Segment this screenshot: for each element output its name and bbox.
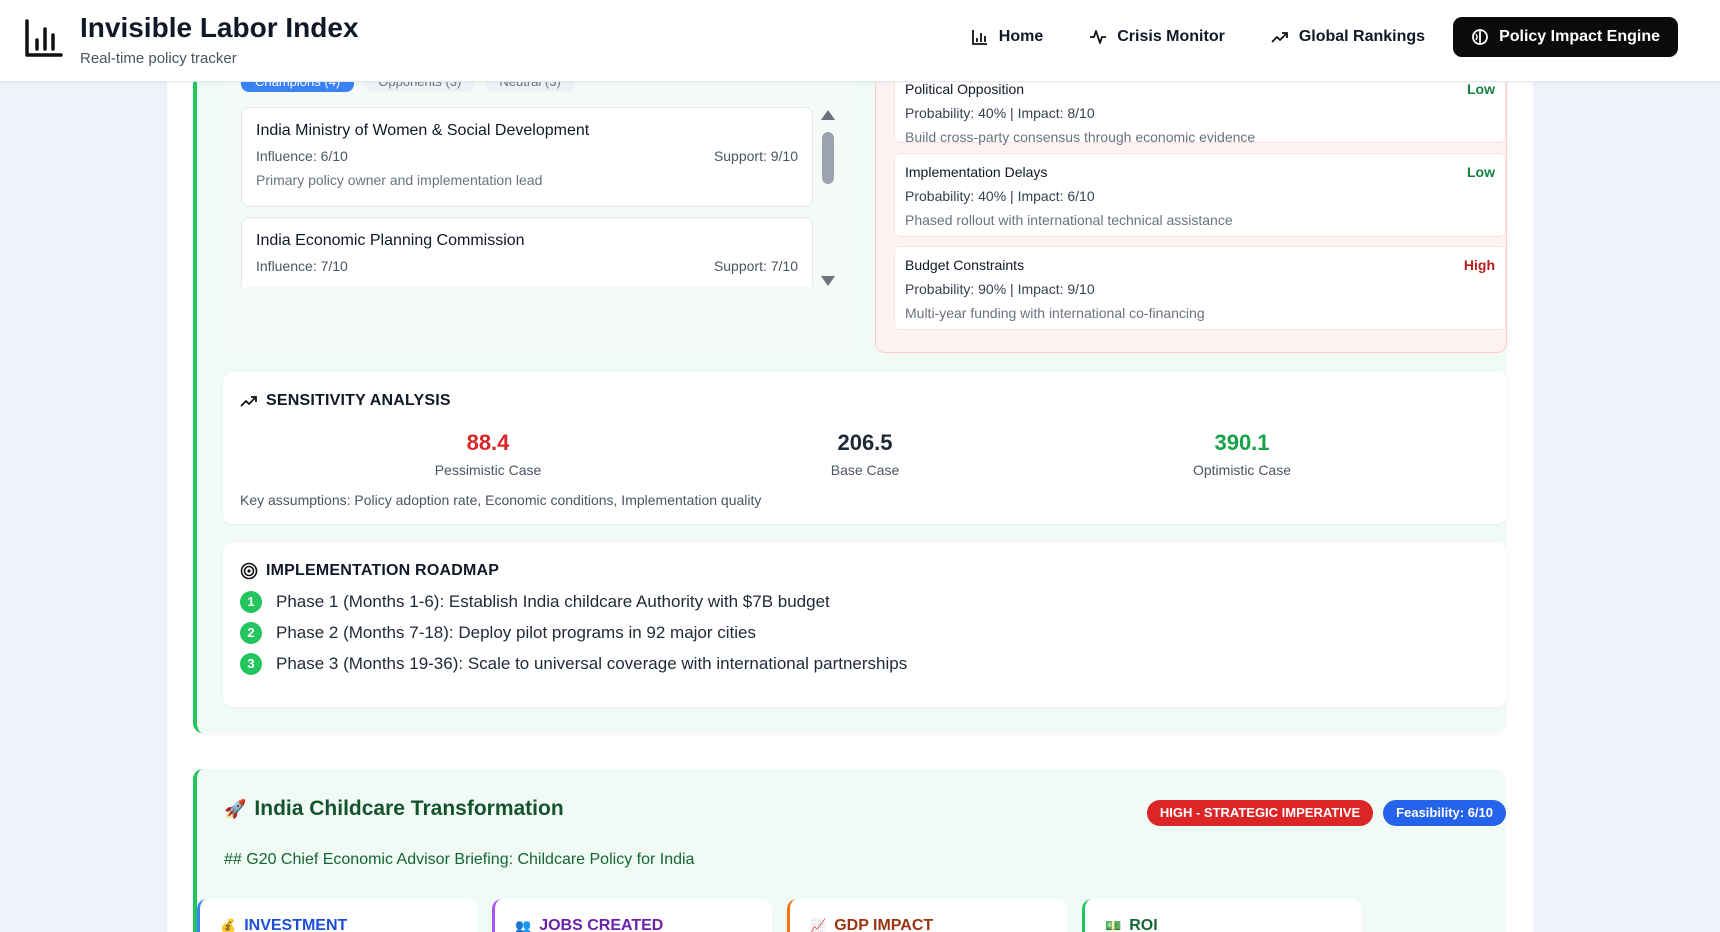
stakeholder-list[interactable]: India Ministry of Women & Social Develop…: [241, 107, 813, 287]
risk-metrics: Probability: 40% | Impact: 8/10: [905, 105, 1095, 121]
stakeholder-card: India Economic Planning Commission Influ…: [241, 217, 813, 287]
case-label: Optimistic Case: [1192, 462, 1292, 478]
risk-panel: Political Opposition Low Probability: 40…: [875, 70, 1507, 353]
phase-number-badge: 1: [240, 591, 262, 613]
nav-policy-impact-engine[interactable]: Policy Impact Engine: [1453, 17, 1678, 57]
case-label: Base Case: [830, 462, 900, 478]
stakeholder-support: Support: 7/10: [713, 258, 798, 274]
risk-level-badge: High: [1463, 257, 1495, 273]
rocket-icon: 🚀: [224, 798, 247, 819]
base-case: 206.5 Base Case: [740, 430, 990, 478]
pessimistic-case: 88.4 Pessimistic Case: [363, 430, 613, 478]
trending-up-icon: [1271, 32, 1288, 43]
stakeholder-name: India Ministry of Women & Social Develop…: [256, 122, 590, 139]
phase-number-badge: 3: [240, 653, 262, 675]
optimistic-case: 390.1 Optimistic Case: [1117, 430, 1367, 478]
nav-home-label: Home: [998, 28, 1044, 45]
brand[interactable]: Invisible Labor Index Real-time policy t…: [24, 12, 359, 67]
nav-home[interactable]: Home: [953, 17, 1061, 57]
metric-jobs-created: 👥 JOBS CREATED: [492, 899, 772, 932]
banknote-icon: 💵: [1105, 918, 1122, 932]
nav-rankings-label: Global Rankings: [1298, 28, 1426, 45]
stakeholder-description: Primary policy owner and implementation …: [256, 172, 543, 188]
app-subtitle: Real-time policy tracker: [80, 50, 237, 67]
risk-name: Budget Constraints: [905, 257, 1025, 273]
stakeholder-name: India Economic Planning Commission: [256, 232, 525, 249]
bar-chart-icon: [971, 30, 987, 45]
risk-name: Political Opposition: [905, 81, 1025, 97]
sensitivity-title: SENSITIVITY ANALYSIS: [240, 392, 451, 410]
roadmap-title: IMPLEMENTATION ROADMAP: [240, 562, 499, 580]
risk-name: Implementation Delays: [905, 164, 1048, 180]
risk-card: Implementation Delays Low Probability: 4…: [894, 153, 1506, 237]
stakeholder-scrollbar[interactable]: [819, 110, 837, 286]
transformation-title-text: India Childcare Transformation: [254, 797, 564, 820]
chart-up-icon: 📈: [810, 918, 827, 932]
risk-mitigation: Build cross-party consensus through econ…: [905, 129, 1256, 145]
phase-text: Phase 2 (Months 7-18): Deploy pilot prog…: [276, 623, 756, 642]
brain-icon: [1472, 29, 1488, 45]
nav-policy-label: Policy Impact Engine: [1499, 28, 1660, 45]
scroll-down-arrow-icon[interactable]: [821, 276, 835, 286]
sensitivity-analysis-card: SENSITIVITY ANALYSIS 88.4 Pessimistic Ca…: [223, 372, 1507, 524]
stakeholder-influence: Influence: 7/10: [256, 258, 348, 274]
stakeholder-card: India Ministry of Women & Social Develop…: [241, 107, 813, 207]
metric-label: GDP IMPACT: [834, 917, 934, 932]
app-title: Invisible Labor Index: [80, 12, 359, 43]
metric-label: INVESTMENT: [244, 917, 348, 932]
nav-crisis-monitor[interactable]: Crisis Monitor: [1071, 17, 1243, 57]
metric-gdp-impact: 📈 GDP IMPACT: [787, 899, 1067, 932]
top-navigation-bar: Invisible Labor Index Real-time policy t…: [0, 0, 1720, 82]
case-value: 390.1: [1214, 430, 1270, 455]
sensitivity-cases: 88.4 Pessimistic Case 206.5 Base Case 39…: [223, 430, 1507, 478]
briefing-subtitle: ## G20 Chief Economic Advisor Briefing: …: [224, 851, 695, 868]
transformation-badges: HIGH - STRATEGIC IMPERATIVE Feasibility:…: [1146, 800, 1506, 826]
phase-text: Phase 3 (Months 19-36): Scale to univers…: [276, 654, 908, 673]
money-bag-icon: 💰: [220, 918, 237, 932]
childcare-transformation-section: 🚀 India Childcare Transformation HIGH - …: [193, 769, 1506, 932]
feasibility-badge: Feasibility: 6/10: [1383, 800, 1506, 826]
key-assumptions: Key assumptions: Policy adoption rate, E…: [240, 492, 762, 508]
risk-mitigation: Phased rollout with international techni…: [905, 212, 1233, 228]
roadmap-phase: 3 Phase 3 (Months 19-36): Scale to unive…: [240, 653, 907, 675]
case-label: Pessimistic Case: [434, 462, 542, 478]
trending-up-icon: [240, 396, 257, 407]
policy-analysis-section: Champions (4) Opponents (3) Neutral (3) …: [193, 70, 1507, 733]
phase-number-badge: 2: [240, 622, 262, 644]
risk-level-badge: Low: [1467, 164, 1495, 180]
risk-metrics: Probability: 40% | Impact: 6/10: [905, 188, 1095, 204]
scroll-thumb[interactable]: [822, 132, 834, 184]
target-icon: [240, 562, 258, 580]
sensitivity-title-text: SENSITIVITY ANALYSIS: [266, 392, 451, 409]
risk-card: Budget Constraints High Probability: 90%…: [894, 246, 1506, 330]
nav-global-rankings[interactable]: Global Rankings: [1253, 17, 1443, 57]
roadmap-title-text: IMPLEMENTATION ROADMAP: [266, 562, 500, 579]
metric-label: ROI: [1129, 917, 1158, 932]
priority-badge: HIGH - STRATEGIC IMPERATIVE: [1146, 800, 1374, 826]
phase-text: Phase 1 (Months 1-6): Establish India ch…: [276, 592, 830, 611]
bar-chart-logo-icon: [25, 19, 63, 57]
risk-level-badge: Low: [1467, 81, 1495, 97]
case-value: 88.4: [466, 430, 510, 455]
implementation-roadmap-card: IMPLEMENTATION ROADMAP 1 Phase 1 (Months…: [223, 542, 1507, 707]
risk-mitigation: Multi-year funding with international co…: [905, 305, 1205, 321]
main-content: Champions (4) Opponents (3) Neutral (3) …: [167, 70, 1533, 932]
people-icon: 👥: [515, 918, 532, 932]
stakeholder-panel: Champions (4) Opponents (3) Neutral (3) …: [223, 72, 855, 354]
stakeholder-influence: Influence: 6/10: [256, 148, 348, 164]
metric-label: JOBS CREATED: [539, 917, 664, 932]
main-nav: Home Crisis Monitor Global Rankings Poli…: [953, 17, 1678, 57]
roadmap-phase: 2 Phase 2 (Months 7-18): Deploy pilot pr…: [240, 622, 756, 644]
metric-roi: 💵 ROI: [1082, 899, 1362, 932]
scroll-up-arrow-icon[interactable]: [821, 110, 835, 120]
activity-icon: [1090, 30, 1107, 44]
metric-investment: 💰 INVESTMENT: [197, 899, 477, 932]
roadmap-phase: 1 Phase 1 (Months 1-6): Establish India …: [240, 591, 830, 613]
transformation-title: 🚀 India Childcare Transformation: [224, 797, 564, 821]
case-value: 206.5: [837, 430, 893, 455]
stakeholder-support: Support: 9/10: [713, 148, 798, 164]
risk-metrics: Probability: 90% | Impact: 9/10: [905, 281, 1095, 297]
nav-crisis-label: Crisis Monitor: [1117, 28, 1225, 45]
